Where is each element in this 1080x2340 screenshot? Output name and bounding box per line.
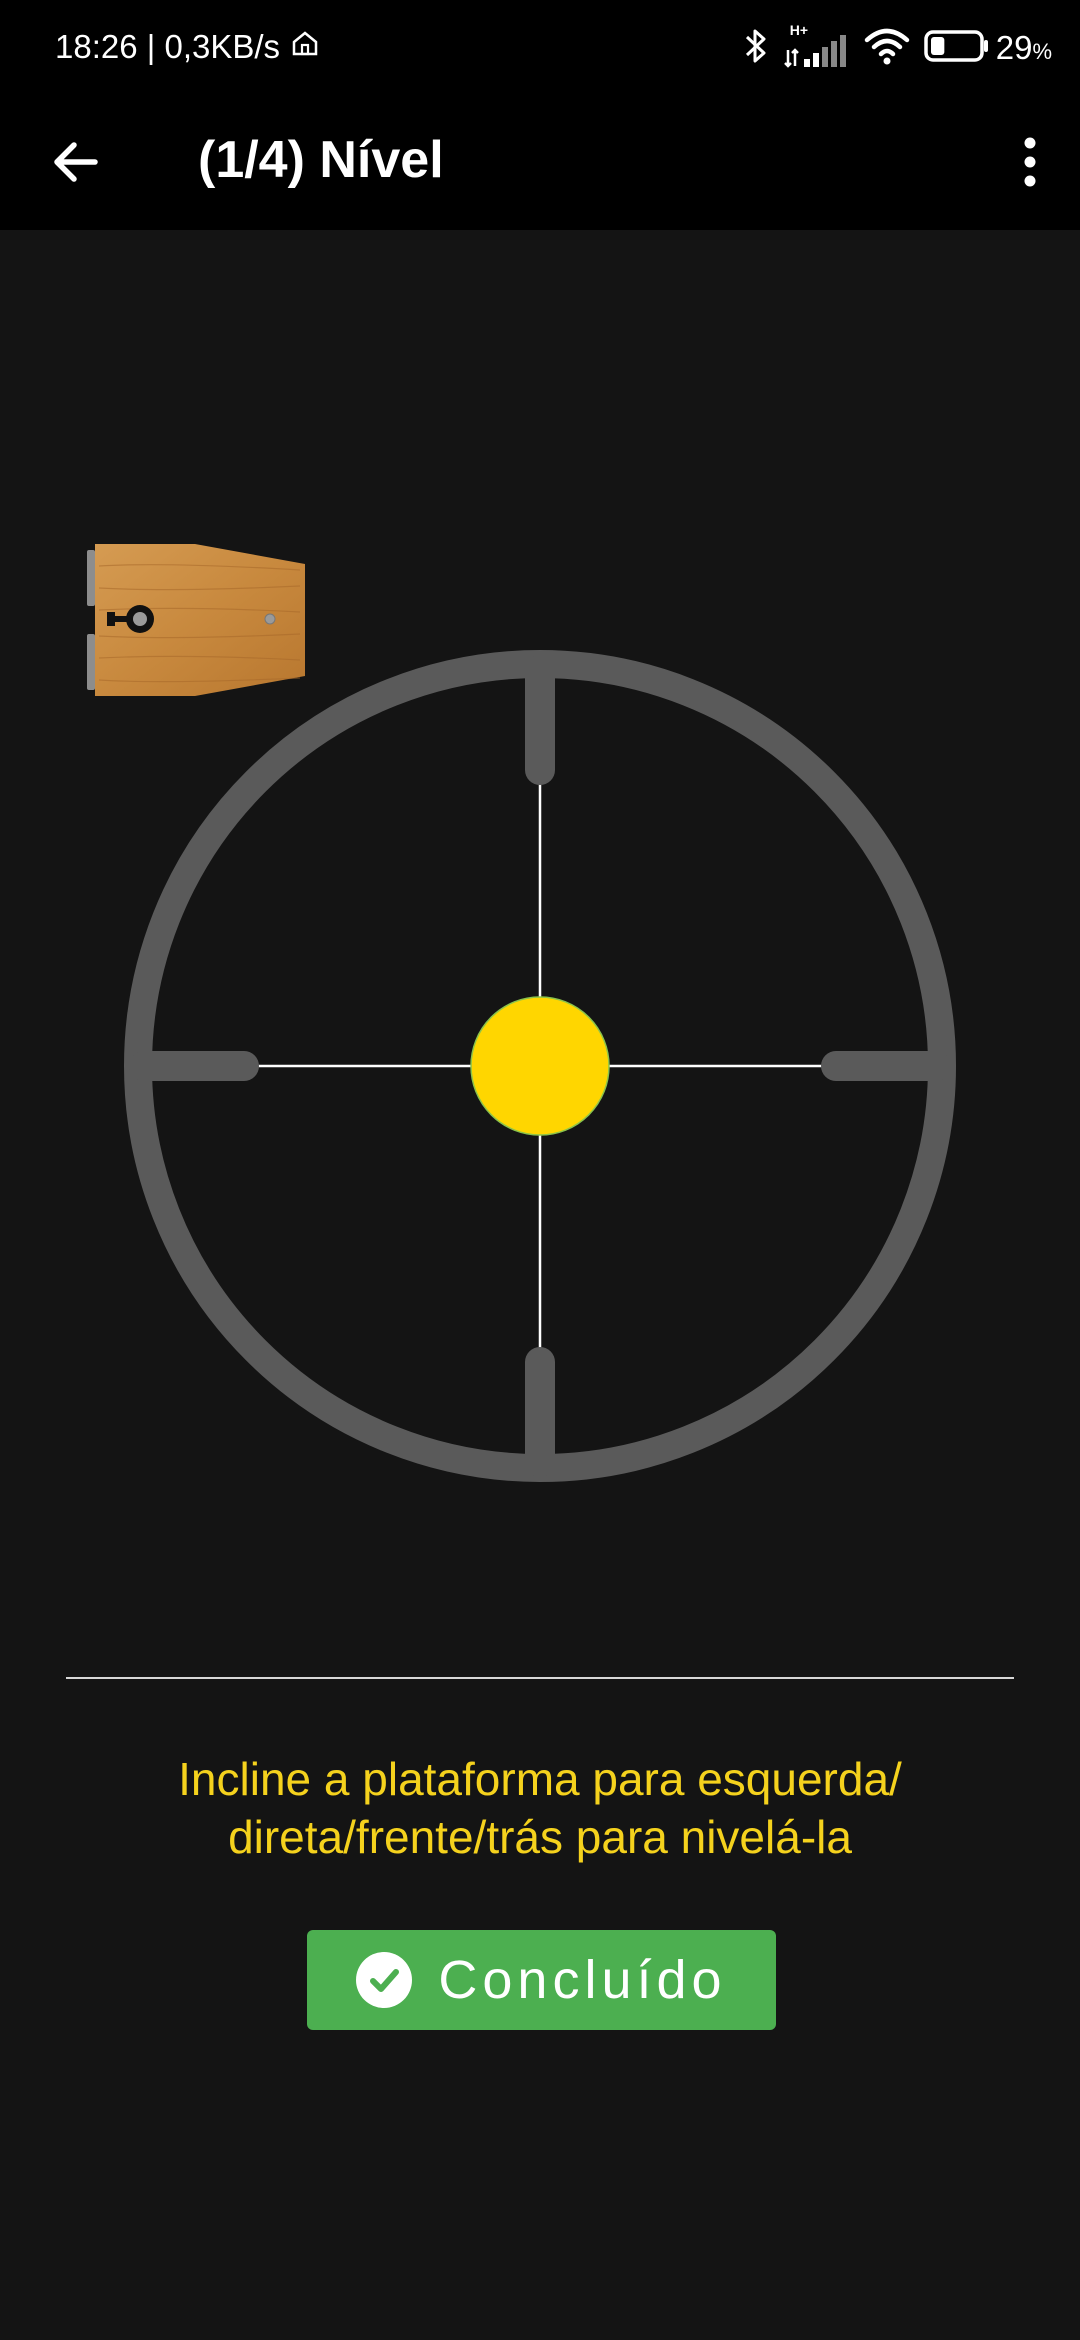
level-bubble: [470, 996, 610, 1136]
more-vertical-icon: [1024, 137, 1036, 187]
status-right: H+ 29%: [728, 22, 1052, 74]
bluetooth-icon: [742, 25, 770, 72]
level-gauge: [124, 650, 956, 1482]
more-options-button[interactable]: [1000, 126, 1060, 198]
status-bar: 18:26 | 0,3KB/s H+ 29%: [0, 0, 1080, 96]
status-time-speed: 18:26 | 0,3KB/s: [55, 28, 281, 65]
instruction-line-2: direta/frente/trás para nivelá-la: [228, 1811, 852, 1863]
status-left: 18:26 | 0,3KB/s: [55, 28, 320, 66]
done-button[interactable]: Concluído: [307, 1930, 776, 2030]
check-circle-icon: [356, 1952, 413, 2008]
app-bar: (1/4) Nível: [0, 96, 1080, 230]
back-button[interactable]: [40, 126, 112, 198]
wifi-icon: [864, 26, 910, 71]
signal-icon: H+: [783, 22, 850, 70]
divider: [66, 1677, 1014, 1679]
battery-icon: [923, 29, 990, 68]
instruction-line-1: Incline a plataforma para esquerda/: [178, 1753, 902, 1805]
arrow-left-icon: [54, 142, 98, 182]
battery-percent-value: 29: [995, 29, 1033, 66]
battery-percent-unit: %: [1032, 39, 1052, 64]
home-icon: [290, 28, 320, 66]
done-button-label: Concluído: [438, 1950, 727, 2010]
instruction-text: Incline a plataforma para esquerda/ dire…: [40, 1750, 1040, 1866]
page-title: (1/4) Nível: [198, 131, 444, 189]
battery-percentage: 29%: [996, 29, 1052, 67]
